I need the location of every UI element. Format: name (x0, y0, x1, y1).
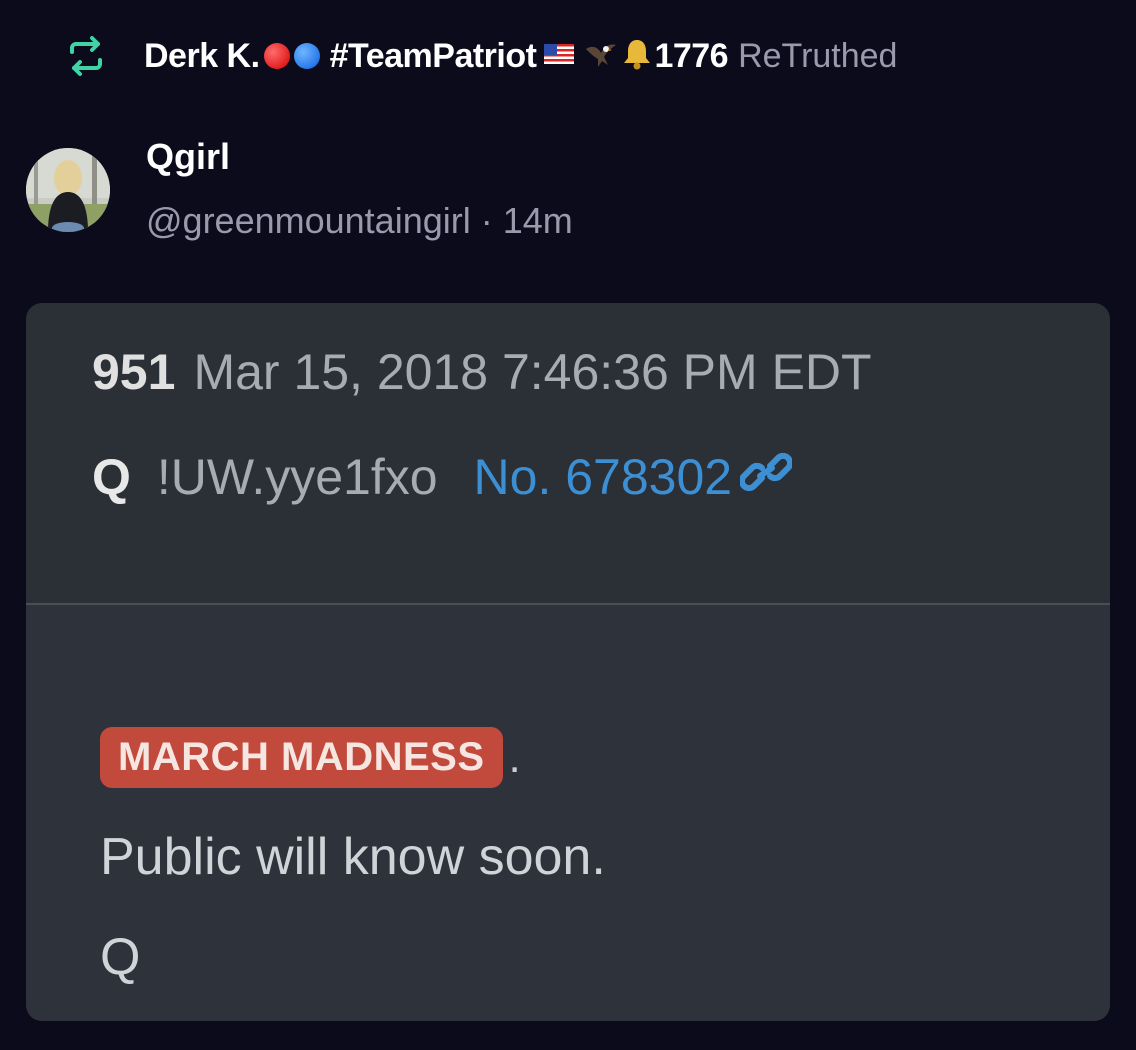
red-circle-icon (263, 43, 290, 69)
retruthed-label: ReTruthed (738, 36, 898, 75)
retruth-icon (64, 34, 108, 78)
post-timestamp: Mar 15, 2018 7:46:36 PM EDT (193, 344, 872, 400)
tag-row: MARCH MADNESS . (100, 727, 521, 788)
post-tripcode: !UW.yye1fxo (156, 449, 438, 505)
post-number: 951 (92, 344, 176, 400)
post-author-line: Q !UW.yye1fxo No. 678302 (92, 448, 794, 506)
post-image-card[interactable]: 951 Mar 15, 2018 7:46:36 PM EDT Q !UW.yye… (26, 303, 1110, 1021)
post-author: Q (92, 449, 131, 505)
post-body-area (26, 605, 1110, 1021)
post-number-link: No. 678302 (473, 449, 733, 505)
hashtag[interactable]: #TeamPatriot (330, 37, 537, 76)
post-body-line: Public will know soon. (100, 828, 606, 886)
eagle-icon (584, 39, 618, 74)
bell-icon (622, 38, 652, 75)
post-header: 951 Mar 15, 2018 7:46:36 PM EDT (92, 343, 872, 401)
march-madness-tag: MARCH MADNESS (100, 727, 503, 788)
link-icon (739, 448, 794, 506)
retruther-number: 1776 (654, 36, 729, 75)
blue-circle-icon (293, 43, 320, 69)
retruth-banner: Derk K. #TeamPatriot 1776 ReTruthed (64, 32, 897, 80)
tag-punctuation: . (508, 732, 521, 782)
avatar[interactable] (26, 148, 110, 232)
retruther-name[interactable]: Derk K. (144, 37, 260, 76)
card-divider (26, 603, 1110, 605)
author-display-name[interactable]: Qgirl (146, 136, 230, 178)
us-flag-icon (544, 43, 575, 69)
author-handle-time[interactable]: @greenmountaingirl · 14m (146, 200, 573, 242)
post-signature: Q (100, 928, 141, 986)
